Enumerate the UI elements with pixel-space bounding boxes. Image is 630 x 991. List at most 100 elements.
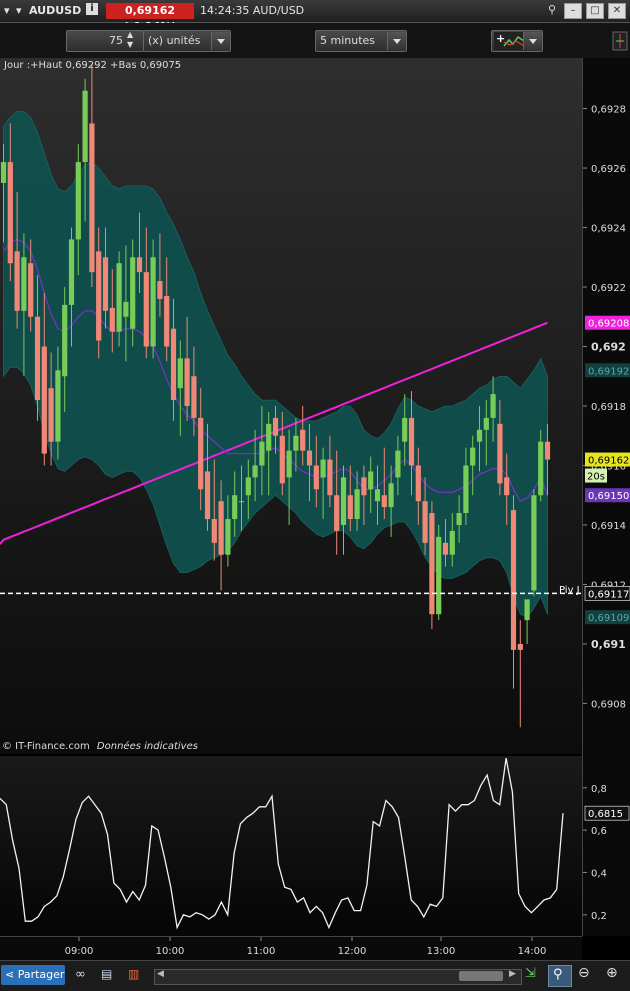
info-icon[interactable]: i (86, 3, 98, 15)
candle-body (0, 162, 7, 183)
symbol-name[interactable]: AUDUSD (29, 4, 81, 17)
candle (436, 524, 442, 621)
scroll-left-icon[interactable]: ◀ (157, 969, 164, 979)
price-axis[interactable]: 0,6928 0,6926 0,6924 0,6922 0,692 0,6918 0,691… (582, 58, 630, 936)
stepper-arrows-icon[interactable]: ▲ ▼ (127, 30, 133, 50)
share-icon: ⋖ (5, 968, 15, 981)
candle-body (198, 417, 204, 490)
time-axis[interactable]: 09:00 10:00 11:00 12:00 13:00 14:00 (0, 936, 582, 961)
candle-body (286, 450, 292, 478)
candle-body (136, 257, 143, 273)
data-disclaimer: Données indicatives (96, 741, 198, 752)
candle-body (225, 519, 231, 555)
status-bar: ⋖ Partager ∞ ▤ ▥ ◀ ▶ ⇲ ⚲ ⊖ ⊕ (0, 960, 630, 991)
oscillator-pane[interactable] (0, 756, 582, 936)
chevron-down-icon[interactable] (523, 32, 542, 50)
candle-body (170, 328, 177, 401)
copyright: © IT-Finance.com (2, 741, 90, 752)
candle-body (517, 643, 523, 650)
candle-body (456, 513, 462, 525)
time-tick-label: 10:00 (156, 946, 185, 957)
candle-body (164, 295, 170, 347)
scrollbar-thumb[interactable] (459, 971, 503, 981)
candle-body (544, 441, 551, 460)
candles-icon[interactable]: ▥ (128, 967, 139, 981)
price-tick-label: 0,691 (591, 638, 626, 651)
chart-tools-icon[interactable] (612, 31, 628, 51)
chevron-down-icon[interactable]: ▾ (4, 4, 10, 17)
candle (89, 63, 95, 288)
link-icon[interactable]: ∞ (75, 967, 86, 982)
add-indicator-button[interactable]: + (491, 30, 543, 52)
autoscale-icon[interactable]: ⇲ (525, 966, 536, 981)
candle-body (361, 477, 367, 496)
share-button[interactable]: ⋖ Partager (1, 965, 65, 985)
candle (510, 495, 517, 689)
timeframe-select[interactable]: 5 minutes (315, 30, 407, 52)
clock-and-symbol: 14:24:35 AUD/USD (200, 4, 305, 17)
time-tick-label: 09:00 (65, 946, 94, 957)
candle-body (279, 435, 285, 484)
price-tick-label: 0,6918 (591, 402, 626, 413)
candle-body (41, 346, 47, 454)
close-icon[interactable]: ✕ (608, 3, 626, 19)
time-tick-label: 11:00 (247, 946, 276, 957)
candle-body (96, 251, 102, 341)
candle-body (62, 304, 68, 377)
candle-body (123, 301, 129, 317)
day-high-low-info: Jour :+Haut 0,69292 +Bas 0,69075 (4, 60, 182, 71)
pin-icon[interactable]: ⚲ (548, 3, 556, 16)
price-value-label: 0,69150 (588, 491, 629, 502)
oscillator-chart[interactable] (0, 756, 582, 936)
chevron-down-icon[interactable] (211, 32, 230, 50)
zoom-out-icon[interactable]: ⊖ (578, 965, 590, 981)
units-select[interactable]: (x) unités (143, 30, 231, 52)
candle-body (388, 483, 394, 508)
zoom-in-icon[interactable]: ⊕ (606, 965, 618, 981)
candle-body (266, 423, 272, 451)
layout-icon[interactable]: ▤ (101, 967, 112, 981)
candle-body (238, 501, 245, 503)
candle-body (157, 281, 163, 299)
candle-body (347, 495, 353, 520)
minimize-icon[interactable]: – (564, 3, 582, 19)
units-label: (x) unités (148, 34, 201, 47)
chevron-down-icon[interactable] (387, 32, 406, 50)
horizontal-scrollbar[interactable]: ◀ ▶ (154, 969, 522, 985)
maximize-icon[interactable]: □ (586, 3, 604, 19)
candle-body (374, 489, 381, 502)
candle-body (300, 429, 306, 451)
candlestick-chart[interactable] (0, 58, 582, 754)
candle-body (55, 370, 61, 442)
candle-body (476, 429, 483, 442)
candle (531, 489, 537, 597)
candle-body (402, 417, 408, 442)
candle-body (245, 477, 251, 496)
candle-body (483, 417, 489, 430)
candle-body (510, 510, 517, 650)
zoom-select-button[interactable]: ⚲ (548, 965, 572, 987)
candle-body (313, 465, 319, 490)
candle-body (395, 450, 401, 478)
candle-body (89, 123, 95, 273)
candle (429, 501, 435, 630)
candle-body (68, 239, 75, 305)
units-value[interactable]: 75 (67, 31, 123, 51)
symbol-chevron-icon[interactable]: ▾ (16, 4, 22, 17)
osc-tick-label: 0,6 (591, 826, 607, 837)
candle-body (218, 501, 224, 555)
candle (517, 620, 523, 728)
candle-body (75, 162, 81, 240)
candle-body (116, 263, 122, 332)
price-axis-svg: 0,6928 0,6926 0,6924 0,6922 0,692 0,6918 0,691… (583, 105, 630, 922)
candle-body (327, 459, 333, 496)
candle-body (130, 257, 136, 329)
candle-body (191, 376, 197, 418)
price-chart-pane[interactable]: Jour :+Haut 0,69292 +Bas 0,69075 Piv J ©… (0, 58, 582, 754)
candle-body (408, 417, 415, 466)
price-tick-label: 0,6908 (591, 699, 626, 710)
share-label: Partager (17, 968, 65, 981)
units-stepper[interactable]: 75 ▲ ▼ (66, 30, 144, 52)
scroll-right-icon[interactable]: ▶ (509, 969, 516, 979)
candle-body (82, 90, 88, 163)
